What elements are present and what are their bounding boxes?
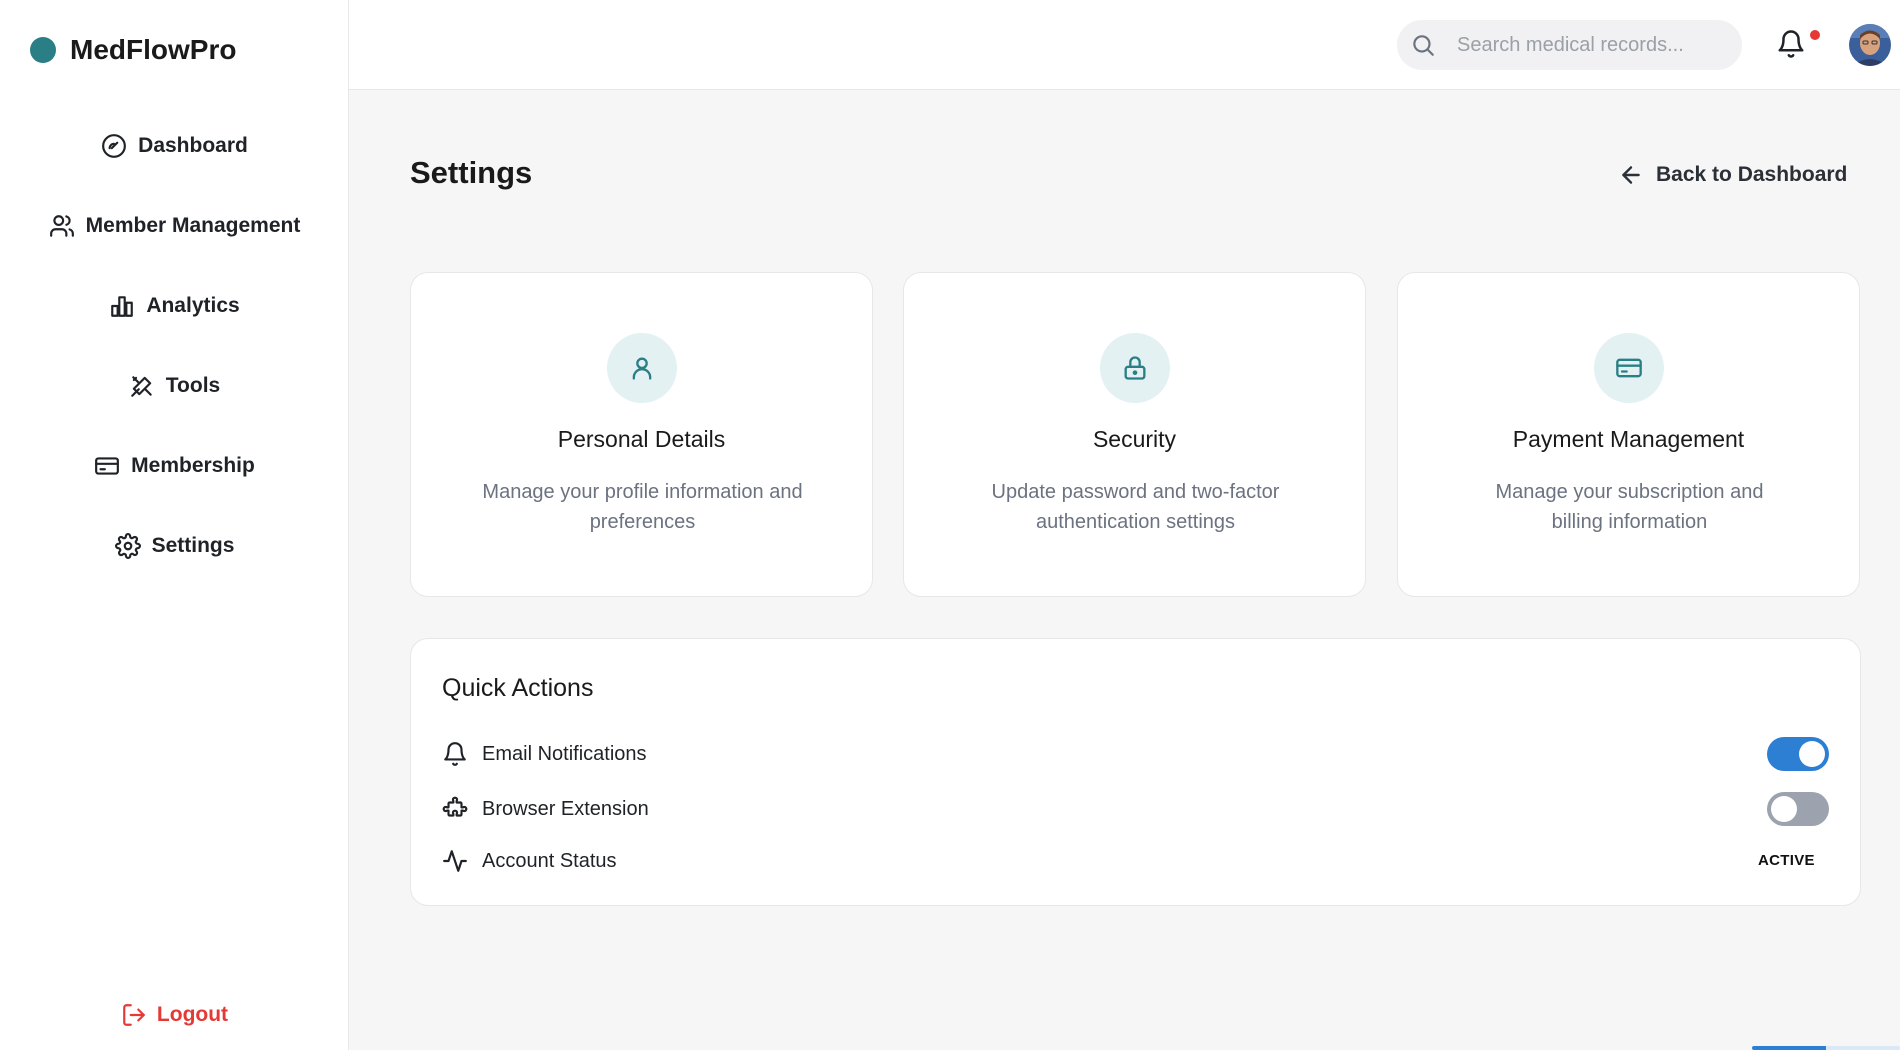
quick-actions-title: Quick Actions [442, 674, 594, 702]
user-icon [607, 333, 677, 403]
sidebar-item-label: Analytics [146, 294, 240, 317]
card-title: Personal Details [557, 426, 726, 452]
back-to-dashboard-link[interactable]: Back to Dashboard [1618, 162, 1847, 188]
browser-extension-toggle[interactable] [1767, 792, 1829, 826]
notification-badge [1810, 30, 1820, 40]
toggle-knob [1799, 741, 1825, 767]
logout-label: Logout [156, 1003, 229, 1026]
search-icon [1413, 35, 1434, 56]
quick-action-email-notifications: Email Notifications [442, 734, 1830, 774]
bell-icon [442, 741, 468, 767]
search-input[interactable] [1457, 33, 1742, 57]
credit-card-icon [1594, 333, 1664, 403]
card-title: Security [1092, 426, 1177, 452]
brand-logo[interactable]: MedFlowPro [30, 30, 236, 70]
brand-name: MedFlowPro [70, 34, 237, 65]
card-title: Payment Management [1512, 426, 1745, 452]
credit-card-icon [94, 453, 120, 479]
lock-icon [1100, 333, 1170, 403]
arrow-left-icon [1618, 162, 1644, 188]
card-description: Manage your subscription and billing inf… [1495, 481, 1764, 533]
sidebar-item-analytics[interactable]: Analytics [0, 281, 349, 331]
quick-action-browser-extension: Browser Extension [442, 789, 1830, 829]
sidebar-item-dashboard[interactable]: Dashboard [0, 121, 349, 171]
gear-icon [114, 533, 141, 559]
sidebar-item-tools[interactable]: Tools [0, 361, 349, 411]
page-title: Settings [410, 155, 533, 190]
app-root: MedFlowPro Dashboard Member Management A… [0, 0, 1900, 1050]
sidebar-item-settings[interactable]: Settings [0, 521, 349, 571]
quick-actions-panel: Quick Actions Email Notifications Browse… [410, 638, 1861, 906]
brand-dot-icon [30, 37, 56, 63]
card-description: Manage your profile information and pref… [482, 481, 803, 533]
sidebar: MedFlowPro Dashboard Member Management A… [0, 0, 349, 1050]
puzzle-icon [442, 796, 468, 822]
email-notifications-toggle[interactable] [1767, 737, 1829, 771]
sidebar-item-label: Membership [131, 454, 255, 477]
sidebar-item-label: Member Management [85, 214, 301, 237]
avatar[interactable] [1849, 24, 1891, 66]
quick-action-account-status: Account Status [442, 841, 1830, 881]
quick-action-label: Account Status [482, 849, 617, 872]
card-security[interactable]: Security Update password and two-factor … [903, 272, 1366, 597]
users-icon [49, 213, 75, 239]
scroll-indicator [1752, 1046, 1900, 1050]
bar-chart-icon [109, 293, 135, 319]
quick-action-label: Email Notifications [482, 742, 647, 765]
card-description: Update password and two-factor authentic… [991, 481, 1280, 533]
logout-button[interactable]: Logout [0, 990, 349, 1040]
card-personal-details[interactable]: Personal Details Manage your profile inf… [410, 272, 873, 597]
card-payment-management[interactable]: Payment Management Manage your subscript… [1397, 272, 1860, 597]
top-bar [349, 0, 1900, 90]
logout-icon [121, 1002, 147, 1028]
activity-icon [442, 848, 468, 874]
toggle-knob [1771, 796, 1797, 822]
quick-action-label: Browser Extension [482, 797, 649, 820]
dashboard-gauge-icon [101, 133, 127, 159]
status-badge: ACTIVE [1758, 852, 1815, 869]
search-bar [1397, 20, 1742, 70]
sidebar-item-member-management[interactable]: Member Management [0, 201, 349, 251]
sidebar-item-label: Tools [165, 374, 221, 397]
bell-icon[interactable] [1776, 29, 1806, 59]
tools-icon [129, 373, 155, 399]
back-link-label: Back to Dashboard [1656, 163, 1848, 186]
sidebar-item-membership[interactable]: Membership [0, 441, 349, 491]
sidebar-item-label: Settings [151, 534, 235, 557]
sidebar-item-label: Dashboard [138, 134, 248, 157]
